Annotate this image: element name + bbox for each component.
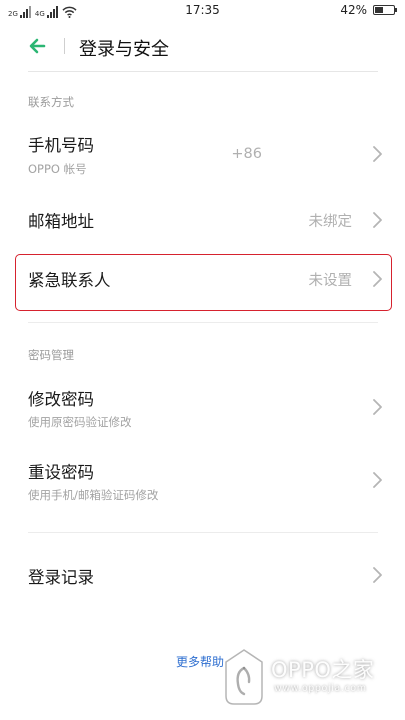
- page-header: 登录与安全: [0, 26, 405, 66]
- battery-icon: [373, 5, 397, 15]
- chevron-right-icon: [373, 146, 382, 162]
- chevron-right-icon: [373, 399, 382, 415]
- row-email-address[interactable]: 邮箱地址 未绑定: [0, 198, 405, 242]
- page-title: 登录与安全: [79, 39, 169, 60]
- section-divider: [28, 322, 378, 323]
- arrow-left-icon: [29, 38, 46, 54]
- row-phone-number[interactable]: 手机号码 OPPO 帐号 +86: [0, 124, 405, 184]
- status-bar: 2G 4G 17:35 42%: [0, 0, 405, 22]
- header-rule: [28, 71, 378, 72]
- row-emergency-contact[interactable]: 紧急联系人 未设置: [0, 257, 405, 309]
- section-title-password: 密码管理: [28, 348, 74, 362]
- section-title-contact: 联系方式: [28, 95, 74, 109]
- back-button[interactable]: [24, 34, 52, 58]
- row-login-records[interactable]: 登录记录: [0, 554, 405, 598]
- row-email-value: 未绑定: [308, 214, 353, 230]
- row-emergency-value: 未设置: [308, 273, 353, 289]
- watermark-brand: OPPO之家: [271, 658, 375, 682]
- row-phone-value: +86: [231, 146, 262, 162]
- oppojia-logo-watermark: [225, 649, 263, 705]
- row-login-records-label: 登录记录: [28, 568, 94, 587]
- row-emergency-label: 紧急联系人: [28, 271, 111, 290]
- chevron-right-icon: [373, 472, 382, 488]
- row-phone-sub: OPPO 帐号: [28, 162, 87, 176]
- row-reset-password[interactable]: 重设密码 使用手机/邮箱验证码修改: [0, 451, 405, 509]
- row-email-label: 邮箱地址: [28, 212, 94, 231]
- row-phone-label: 手机号码: [28, 136, 94, 155]
- battery-percent: 42%: [340, 3, 367, 17]
- header-divider: [64, 38, 65, 54]
- row-reset-password-sub: 使用手机/邮箱验证码修改: [28, 488, 159, 502]
- row-change-password-label: 修改密码: [28, 390, 94, 409]
- chevron-right-icon: [373, 567, 382, 583]
- section-divider: [28, 532, 378, 533]
- more-help-link[interactable]: 更多帮助: [176, 653, 224, 670]
- chevron-right-icon: [373, 212, 382, 228]
- watermark-url: www.oppojia.com: [274, 683, 367, 694]
- row-change-password[interactable]: 修改密码 使用原密码验证修改: [0, 378, 405, 436]
- row-change-password-sub: 使用原密码验证修改: [28, 415, 132, 429]
- battery-fill: [375, 7, 383, 13]
- chevron-right-icon: [373, 271, 382, 287]
- row-reset-password-label: 重设密码: [28, 463, 94, 482]
- status-icons-right: 42%: [340, 3, 397, 17]
